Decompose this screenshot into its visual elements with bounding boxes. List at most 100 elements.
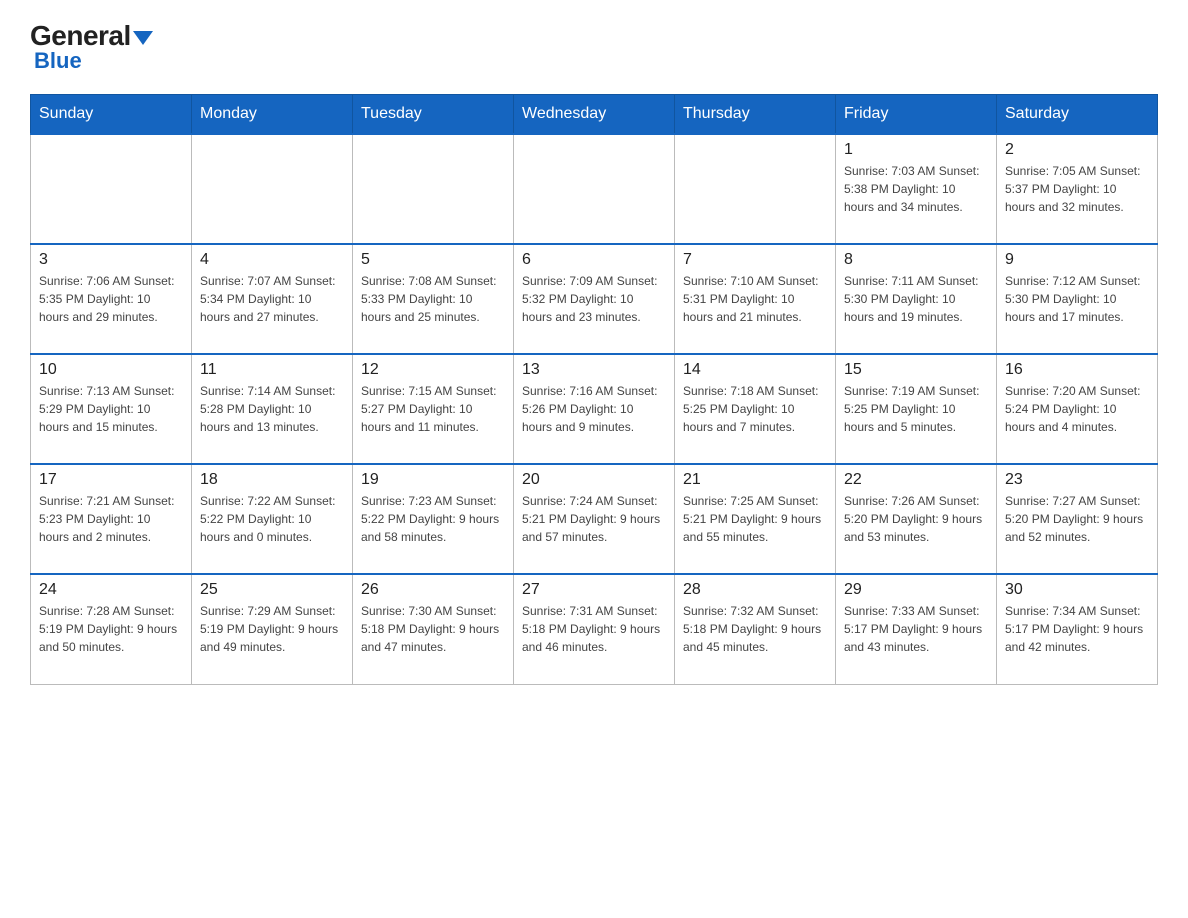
day-number: 29 xyxy=(844,581,988,599)
day-info: Sunrise: 7:26 AM Sunset: 5:20 PM Dayligh… xyxy=(844,492,988,546)
calendar-day-header: Thursday xyxy=(675,95,836,135)
day-info: Sunrise: 7:10 AM Sunset: 5:31 PM Dayligh… xyxy=(683,272,827,326)
calendar-cell: 10 Sunrise: 7:13 AM Sunset: 5:29 PM Dayli… xyxy=(31,354,192,464)
calendar-header-row: SundayMondayTuesdayWednesdayThursdayFrid… xyxy=(31,95,1158,135)
calendar-day-header: Monday xyxy=(192,95,353,135)
calendar-cell: 13 Sunrise: 7:16 AM Sunset: 5:26 PM Dayli… xyxy=(514,354,675,464)
day-number: 20 xyxy=(522,471,666,489)
day-number: 15 xyxy=(844,361,988,379)
day-number: 1 xyxy=(844,141,988,159)
calendar-day-header: Friday xyxy=(836,95,997,135)
calendar-cell: 11 Sunrise: 7:14 AM Sunset: 5:28 PM Dayli… xyxy=(192,354,353,464)
day-info: Sunrise: 7:19 AM Sunset: 5:25 PM Dayligh… xyxy=(844,382,988,436)
day-number: 13 xyxy=(522,361,666,379)
day-info: Sunrise: 7:31 AM Sunset: 5:18 PM Dayligh… xyxy=(522,602,666,656)
calendar-day-header: Saturday xyxy=(997,95,1158,135)
day-info: Sunrise: 7:05 AM Sunset: 5:37 PM Dayligh… xyxy=(1005,162,1149,216)
calendar-cell: 23 Sunrise: 7:27 AM Sunset: 5:20 PM Dayli… xyxy=(997,464,1158,574)
day-info: Sunrise: 7:13 AM Sunset: 5:29 PM Dayligh… xyxy=(39,382,183,436)
logo-blue-text: Blue xyxy=(34,48,82,74)
day-info: Sunrise: 7:25 AM Sunset: 5:21 PM Dayligh… xyxy=(683,492,827,546)
day-number: 10 xyxy=(39,361,183,379)
day-info: Sunrise: 7:08 AM Sunset: 5:33 PM Dayligh… xyxy=(361,272,505,326)
calendar-cell: 21 Sunrise: 7:25 AM Sunset: 5:21 PM Dayli… xyxy=(675,464,836,574)
day-info: Sunrise: 7:22 AM Sunset: 5:22 PM Dayligh… xyxy=(200,492,344,546)
logo: General Blue xyxy=(30,20,153,74)
day-number: 18 xyxy=(200,471,344,489)
day-number: 11 xyxy=(200,361,344,379)
calendar-day-header: Sunday xyxy=(31,95,192,135)
day-info: Sunrise: 7:24 AM Sunset: 5:21 PM Dayligh… xyxy=(522,492,666,546)
day-info: Sunrise: 7:16 AM Sunset: 5:26 PM Dayligh… xyxy=(522,382,666,436)
calendar-cell: 22 Sunrise: 7:26 AM Sunset: 5:20 PM Dayli… xyxy=(836,464,997,574)
calendar-cell: 15 Sunrise: 7:19 AM Sunset: 5:25 PM Dayli… xyxy=(836,354,997,464)
day-info: Sunrise: 7:12 AM Sunset: 5:30 PM Dayligh… xyxy=(1005,272,1149,326)
day-number: 12 xyxy=(361,361,505,379)
calendar-cell: 25Sunrise: 7:29 AM Sunset: 5:19 PM Dayli… xyxy=(192,574,353,684)
calendar-cell: 12 Sunrise: 7:15 AM Sunset: 5:27 PM Dayli… xyxy=(353,354,514,464)
calendar-cell: 24Sunrise: 7:28 AM Sunset: 5:19 PM Dayli… xyxy=(31,574,192,684)
calendar-cell: 19 Sunrise: 7:23 AM Sunset: 5:22 PM Dayli… xyxy=(353,464,514,574)
day-number: 17 xyxy=(39,471,183,489)
calendar-week-row: 10 Sunrise: 7:13 AM Sunset: 5:29 PM Dayli… xyxy=(31,354,1158,464)
day-info: Sunrise: 7:18 AM Sunset: 5:25 PM Dayligh… xyxy=(683,382,827,436)
calendar-cell: 5 Sunrise: 7:08 AM Sunset: 5:33 PM Daylig… xyxy=(353,244,514,354)
day-number: 4 xyxy=(200,251,344,269)
day-info: Sunrise: 7:06 AM Sunset: 5:35 PM Dayligh… xyxy=(39,272,183,326)
calendar-cell: 8 Sunrise: 7:11 AM Sunset: 5:30 PM Daylig… xyxy=(836,244,997,354)
logo-triangle-icon xyxy=(133,31,153,45)
calendar-cell: 3 Sunrise: 7:06 AM Sunset: 5:35 PM Daylig… xyxy=(31,244,192,354)
day-number: 8 xyxy=(844,251,988,269)
day-info: Sunrise: 7:23 AM Sunset: 5:22 PM Dayligh… xyxy=(361,492,505,546)
day-number: 28 xyxy=(683,581,827,599)
day-info: Sunrise: 7:20 AM Sunset: 5:24 PM Dayligh… xyxy=(1005,382,1149,436)
day-info: Sunrise: 7:21 AM Sunset: 5:23 PM Dayligh… xyxy=(39,492,183,546)
day-number: 14 xyxy=(683,361,827,379)
day-number: 7 xyxy=(683,251,827,269)
day-number: 30 xyxy=(1005,581,1149,599)
day-number: 3 xyxy=(39,251,183,269)
calendar-cell: 4 Sunrise: 7:07 AM Sunset: 5:34 PM Daylig… xyxy=(192,244,353,354)
calendar-cell xyxy=(31,134,192,244)
calendar-cell: 16 Sunrise: 7:20 AM Sunset: 5:24 PM Dayli… xyxy=(997,354,1158,464)
day-number: 23 xyxy=(1005,471,1149,489)
calendar-cell: 7 Sunrise: 7:10 AM Sunset: 5:31 PM Daylig… xyxy=(675,244,836,354)
calendar-cell: 6Sunrise: 7:09 AM Sunset: 5:32 PM Daylig… xyxy=(514,244,675,354)
logo-general-text: General xyxy=(30,20,131,51)
day-number: 2 xyxy=(1005,141,1149,159)
calendar-week-row: 1 Sunrise: 7:03 AM Sunset: 5:38 PM Daylig… xyxy=(31,134,1158,244)
day-info: Sunrise: 7:11 AM Sunset: 5:30 PM Dayligh… xyxy=(844,272,988,326)
calendar-cell: 20 Sunrise: 7:24 AM Sunset: 5:21 PM Dayli… xyxy=(514,464,675,574)
day-info: Sunrise: 7:07 AM Sunset: 5:34 PM Dayligh… xyxy=(200,272,344,326)
calendar-day-header: Tuesday xyxy=(353,95,514,135)
calendar-cell: 9 Sunrise: 7:12 AM Sunset: 5:30 PM Daylig… xyxy=(997,244,1158,354)
calendar-cell xyxy=(192,134,353,244)
day-number: 5 xyxy=(361,251,505,269)
calendar-cell: 30 Sunrise: 7:34 AM Sunset: 5:17 PM Dayli… xyxy=(997,574,1158,684)
calendar-cell: 26Sunrise: 7:30 AM Sunset: 5:18 PM Dayli… xyxy=(353,574,514,684)
day-info: Sunrise: 7:14 AM Sunset: 5:28 PM Dayligh… xyxy=(200,382,344,436)
day-info: Sunrise: 7:27 AM Sunset: 5:20 PM Dayligh… xyxy=(1005,492,1149,546)
calendar-cell: 28Sunrise: 7:32 AM Sunset: 5:18 PM Dayli… xyxy=(675,574,836,684)
calendar-week-row: 3 Sunrise: 7:06 AM Sunset: 5:35 PM Daylig… xyxy=(31,244,1158,354)
day-number: 6 xyxy=(522,251,666,269)
day-number: 19 xyxy=(361,471,505,489)
calendar-cell: 27 Sunrise: 7:31 AM Sunset: 5:18 PM Dayli… xyxy=(514,574,675,684)
day-info: Sunrise: 7:29 AM Sunset: 5:19 PM Dayligh… xyxy=(200,602,344,656)
day-number: 22 xyxy=(844,471,988,489)
calendar-week-row: 24Sunrise: 7:28 AM Sunset: 5:19 PM Dayli… xyxy=(31,574,1158,684)
day-number: 26 xyxy=(361,581,505,599)
calendar-cell: 18 Sunrise: 7:22 AM Sunset: 5:22 PM Dayli… xyxy=(192,464,353,574)
day-info: Sunrise: 7:34 AM Sunset: 5:17 PM Dayligh… xyxy=(1005,602,1149,656)
calendar-cell xyxy=(353,134,514,244)
day-number: 24 xyxy=(39,581,183,599)
day-number: 16 xyxy=(1005,361,1149,379)
day-info: Sunrise: 7:03 AM Sunset: 5:38 PM Dayligh… xyxy=(844,162,988,216)
day-number: 27 xyxy=(522,581,666,599)
page-header: General Blue xyxy=(30,20,1158,74)
calendar-cell: 29Sunrise: 7:33 AM Sunset: 5:17 PM Dayli… xyxy=(836,574,997,684)
day-info: Sunrise: 7:15 AM Sunset: 5:27 PM Dayligh… xyxy=(361,382,505,436)
day-number: 21 xyxy=(683,471,827,489)
calendar-cell: 17 Sunrise: 7:21 AM Sunset: 5:23 PM Dayli… xyxy=(31,464,192,574)
day-number: 9 xyxy=(1005,251,1149,269)
